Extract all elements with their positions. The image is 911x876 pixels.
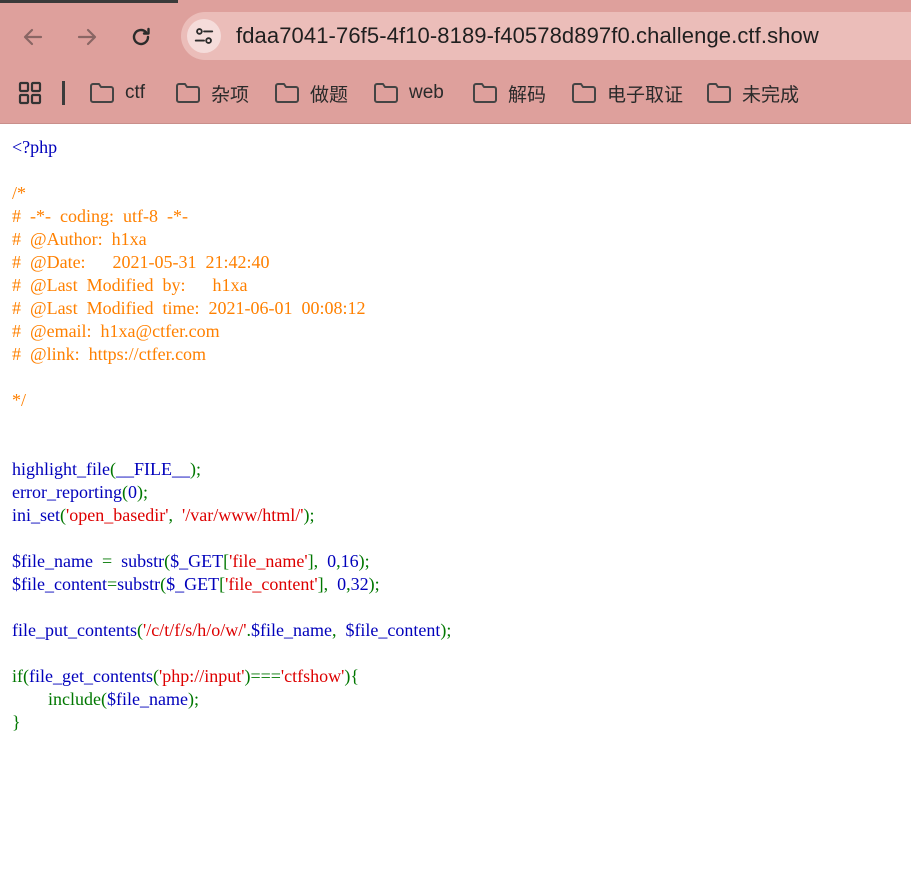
code-line-file-put-contents: file_put_contents('/c/t/f/s/h/o/w/'.$fil… xyxy=(12,620,452,640)
folder-icon xyxy=(374,83,398,103)
comment-line: # @Last Modified time: 2021-06-01 00:08:… xyxy=(12,298,366,318)
browser-chrome: fdaa7041-76f5-4f10-8189-f40578d897f0.cha… xyxy=(0,0,911,124)
folder-icon xyxy=(707,83,731,103)
bookmark-folder-unfinished[interactable]: 未完成 xyxy=(706,77,799,109)
comment-line: # @link: https://ctfer.com xyxy=(12,344,207,364)
code-closing-brace: } xyxy=(12,712,21,732)
comment-line: # @Author: h1xa xyxy=(12,229,147,249)
bookmark-folder-forensics[interactable]: 电子取证 xyxy=(571,77,683,109)
comment-line: # @email: h1xa@ctfer.com xyxy=(12,321,220,341)
bookmark-label: ctf xyxy=(125,82,146,103)
code-line-ini-set: ini_set('open_basedir', '/var/www/html/'… xyxy=(12,505,315,525)
bookmark-folder-ctf[interactable]: ctf xyxy=(89,77,145,109)
comment-line: # @Date: 2021-05-31 21:42:40 xyxy=(12,252,270,272)
comment-close: */ xyxy=(12,390,27,410)
comment-open: /* xyxy=(12,183,27,203)
code-line-error-reporting: error_reporting(0); xyxy=(12,482,148,502)
arrow-left-icon xyxy=(23,28,43,46)
url-text[interactable]: fdaa7041-76f5-4f10-8189-f40578d897f0.cha… xyxy=(236,23,819,49)
arrow-right-icon xyxy=(77,28,97,46)
bookmark-label: 解码 xyxy=(508,84,547,106)
folder-icon xyxy=(473,83,497,103)
bookmark-folder-decode[interactable]: 解码 xyxy=(472,77,546,109)
folder-icon xyxy=(90,83,114,103)
bookmark-label: 杂项 xyxy=(211,84,250,106)
bookmark-folder-misc[interactable]: 杂项 xyxy=(175,77,249,109)
bookmarks-bar: ctf 杂项 做题 web 解码 电子取证 未完成 xyxy=(0,74,911,112)
bookmark-label: 做题 xyxy=(310,84,349,106)
folder-icon xyxy=(572,83,596,103)
code-line-highlight-file: highlight_file(__FILE__); xyxy=(12,459,201,479)
comment-line: # -*- coding: utf-8 -*- xyxy=(12,206,188,226)
bookmark-folder-practice[interactable]: 做题 xyxy=(274,77,348,109)
reload-button[interactable] xyxy=(126,22,156,52)
bookmark-label: 电子取证 xyxy=(607,84,684,106)
bookmark-label: web xyxy=(409,82,444,103)
bookmarks-separator xyxy=(62,81,65,105)
php-source-code: <?php /* # -*- coding: utf-8 -*- # @Auth… xyxy=(12,136,451,734)
tune-icon xyxy=(194,28,214,44)
folder-icon xyxy=(275,83,299,103)
comment-line: # @Last Modified by: h1xa xyxy=(12,275,248,295)
reload-icon xyxy=(132,27,150,46)
folder-icon xyxy=(176,83,200,103)
code-line-if: if(file_get_contents('php://input')==='c… xyxy=(12,666,360,686)
php-open-tag: <?php xyxy=(12,137,58,157)
bookmark-label: 未完成 xyxy=(742,84,800,106)
apps-grid-icon[interactable] xyxy=(18,81,42,105)
bookmark-folder-web[interactable]: web xyxy=(373,77,444,109)
forward-button[interactable] xyxy=(72,22,102,52)
code-line-include: include($file_name); xyxy=(48,689,199,709)
back-button[interactable] xyxy=(18,22,48,52)
address-bar[interactable]: fdaa7041-76f5-4f10-8189-f40578d897f0.cha… xyxy=(181,12,911,60)
code-line-file-content: $file_content=substr($_GET['file_content… xyxy=(12,574,380,594)
window-top-border xyxy=(0,0,911,3)
code-line-file-name: $file_name = substr($_GET['file_name'], … xyxy=(12,551,370,571)
site-info-button[interactable] xyxy=(187,19,221,53)
